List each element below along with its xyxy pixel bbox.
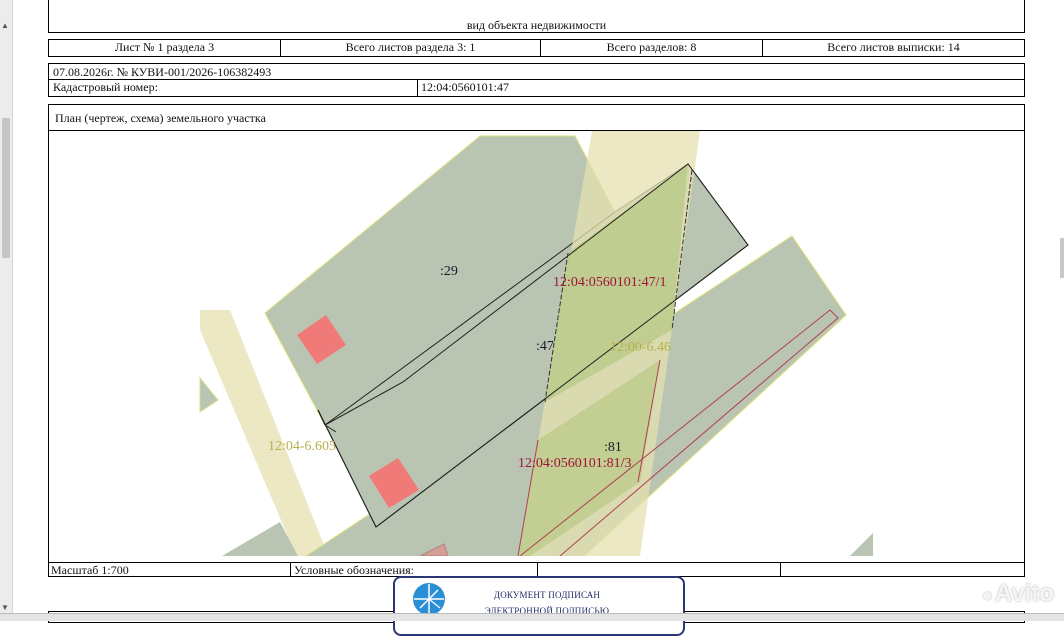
parcel-47-label: :47 xyxy=(536,339,554,354)
cadastral-label: Кадастровый номер: xyxy=(53,80,158,94)
electronic-signature-stamp: ДОКУМЕНТ ПОДПИСАН ЭЛЕКТРОННОЙ ПОДПИСЬЮ xyxy=(393,576,685,636)
plan-footer-row: Масштаб 1:700 Условные обозначения: xyxy=(48,562,1025,577)
object-type-text: вид объекта недвижимости xyxy=(466,18,607,32)
scale-text: Масштаб 1:700 xyxy=(51,563,129,577)
zone-12-00-6-46-label: 12:00-6.46 xyxy=(610,340,671,355)
legend-cell-2 xyxy=(537,563,780,576)
parcel-81-3-label: 12:04:0560101:81/3 xyxy=(518,456,632,471)
scrollbar-thumb[interactable] xyxy=(2,118,10,258)
right-scroll-indicator xyxy=(1060,238,1064,278)
object-type-row: вид объекта недвижимости xyxy=(48,0,1025,33)
legend-label: Условные обозначения: xyxy=(290,563,537,577)
document-number-row: 07.08.2026г. № КУВИ-001/2026-106382493 xyxy=(48,63,1025,80)
parcel-fragment-bottom-right xyxy=(850,533,873,556)
section-sheets-cell: Всего листов раздела 3: 1 xyxy=(280,40,540,56)
extract-sheets-cell: Всего листов выписки: 14 xyxy=(762,40,1024,56)
vertical-scrollbar[interactable]: ▲ ▼ xyxy=(0,0,13,620)
signature-emblem-icon xyxy=(413,583,445,615)
avito-watermark: ●Avito xyxy=(982,580,1054,608)
parcel-47-1-label: 12:04:0560101:47/1 xyxy=(553,275,667,290)
total-sections-cell: Всего разделов: 8 xyxy=(540,40,762,56)
parcel-29-label: :29 xyxy=(440,264,458,279)
scroll-down-arrow-icon[interactable]: ▼ xyxy=(1,604,9,612)
avito-watermark-text: Avito xyxy=(994,580,1054,607)
scroll-up-arrow-icon[interactable]: ▲ xyxy=(1,22,9,30)
cadastral-value: 12:04:0560101:47 xyxy=(417,80,1024,96)
cadastral-plan-svg: :29 12:04:0560101:47/1 :47 12:00-6.46 12… xyxy=(199,131,873,556)
plan-drawing-frame: :29 12:04:0560101:47/1 :47 12:00-6.46 12… xyxy=(48,130,1025,563)
plan-title-row: План (чертеж, схема) земельного участка xyxy=(48,104,1025,131)
zone-12-04-6-605-label: 12:04-6.605 xyxy=(268,439,336,454)
cadastral-number-row: Кадастровый номер: 12:04:0560101:47 xyxy=(48,79,1025,97)
document-date-number: 07.08.2026г. № КУВИ-001/2026-106382493 xyxy=(53,65,272,79)
avito-logo-icon: ● xyxy=(982,585,993,605)
parcel-81-label: :81 xyxy=(604,440,622,455)
sheet-number-cell: Лист № 1 раздела 3 xyxy=(114,40,215,54)
plan-title: План (чертеж, схема) земельного участка xyxy=(55,111,266,125)
sheet-info-row: Лист № 1 раздела 3 Всего листов раздела … xyxy=(48,39,1025,57)
stamp-line-1: ДОКУМЕНТ ПОДПИСАН xyxy=(493,590,601,600)
parcel-fragment-left xyxy=(199,376,219,413)
legend-cell-3 xyxy=(780,563,1024,576)
